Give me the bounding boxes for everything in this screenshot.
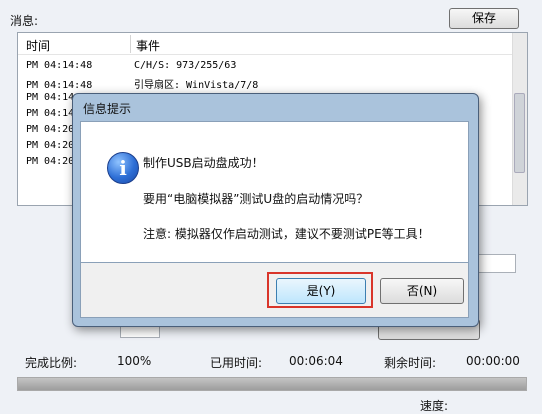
dialog-title: 信息提示 <box>83 102 132 116</box>
no-button[interactable]: 否(N) <box>380 278 464 304</box>
yes-button[interactable]: 是(Y) <box>276 278 366 304</box>
column-header-time[interactable]: 时间 <box>26 37 50 54</box>
column-separator[interactable] <box>130 35 131 53</box>
elapsed-value: 00:06:04 <box>289 354 343 368</box>
info-dialog: 信息提示 i 制作USB启动盘成功！ 要用“电脑模拟器”测试U盘的启动情况吗？ … <box>72 93 479 327</box>
save-button[interactable]: 保存 <box>449 8 519 29</box>
remaining-label: 剩余时间: <box>384 356 437 370</box>
header-divider <box>18 54 513 55</box>
elapsed-label: 已用时间: <box>210 356 263 370</box>
completion-label: 完成比例: <box>25 356 78 370</box>
speed-label: 速度: <box>420 399 449 413</box>
dialog-message-note: 注意: 模拟器仅作启动测试，建议不要测试PE等工具！ <box>143 227 430 241</box>
info-icon: i <box>107 152 139 184</box>
scrollbar-thumb[interactable] <box>514 93 525 173</box>
progress-fill <box>18 378 526 390</box>
settings-field[interactable] <box>476 254 516 273</box>
dialog-message-question: 要用“电脑模拟器”测试U盘的启动情况吗？ <box>143 192 369 206</box>
completion-value: 100% <box>117 354 152 368</box>
dialog-body: i 制作USB启动盘成功！ 要用“电脑模拟器”测试U盘的启动情况吗？ 注意: 模… <box>80 121 469 263</box>
table-row: PM 04:14:48 引导扇区: WinVista/7/8 <box>26 80 259 91</box>
progress-bar <box>17 377 527 391</box>
dialog-button-bar: 是(Y) 否(N) <box>80 263 469 318</box>
messages-label: 消息: <box>10 14 39 28</box>
table-row: PM 04:14:48 C/H/S: 973/255/63 <box>26 60 237 71</box>
log-scrollbar[interactable] <box>512 33 527 205</box>
remaining-value: 00:00:00 <box>466 354 520 368</box>
column-header-event[interactable]: 事件 <box>136 37 160 54</box>
dialog-message-success: 制作USB启动盘成功！ <box>143 156 264 170</box>
